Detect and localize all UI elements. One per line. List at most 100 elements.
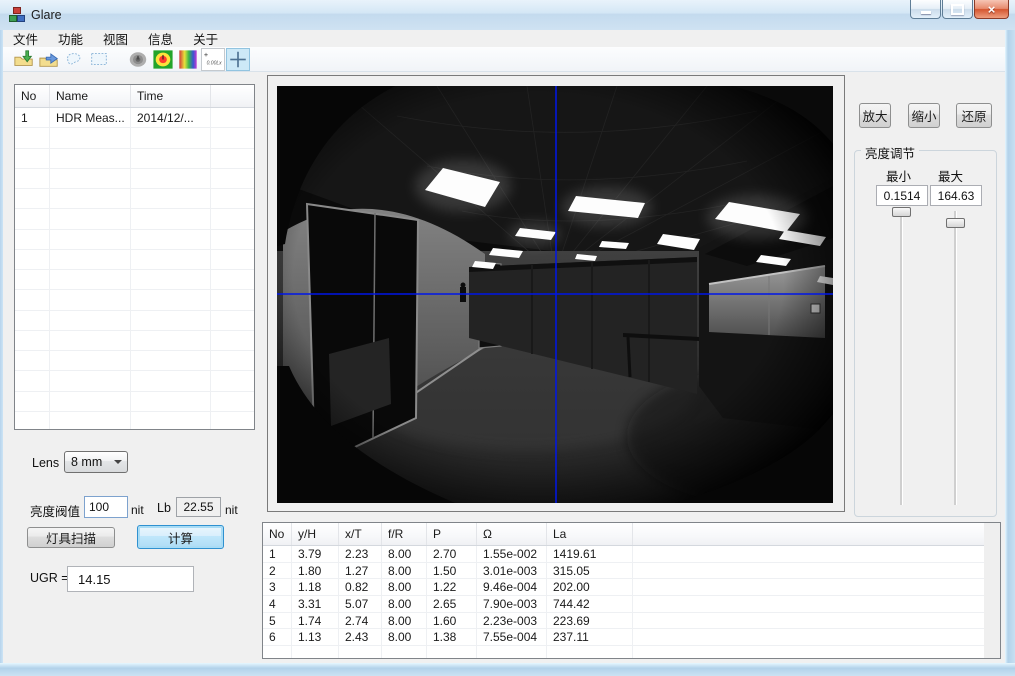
col-name[interactable]: Name xyxy=(50,85,131,107)
table-cell xyxy=(15,189,50,208)
results-scrollbar-track[interactable] xyxy=(984,523,1000,658)
table-row[interactable]: 51.742.748.001.602.23e-003223.69 xyxy=(263,613,1000,630)
crosshair-tool-icon[interactable] xyxy=(226,48,250,71)
menu-file[interactable]: 文件 xyxy=(3,28,48,49)
table-row[interactable] xyxy=(15,230,254,250)
table-row[interactable] xyxy=(15,250,254,270)
minimize-button[interactable] xyxy=(910,0,941,19)
table-cell xyxy=(50,311,131,330)
show-values-icon[interactable]: + 0.00Lx xyxy=(201,48,225,71)
lb-field: 22.55 xyxy=(176,497,221,517)
table-cell xyxy=(547,646,633,659)
table-cell xyxy=(15,392,50,411)
table-cell xyxy=(339,646,382,659)
table-cell-filler xyxy=(633,546,1000,562)
table-row[interactable] xyxy=(15,209,254,229)
measurement-list-header: No Name Time xyxy=(15,85,254,108)
table-row[interactable]: 31.180.828.001.229.46e-004202.00 xyxy=(263,579,1000,596)
table-cell xyxy=(50,392,131,411)
lasso-select-icon[interactable] xyxy=(62,48,86,71)
lens-combo[interactable]: 8 mm xyxy=(64,451,128,473)
table-row[interactable]: 61.132.438.001.387.55e-004237.11 xyxy=(263,629,1000,646)
col-omega[interactable]: Ω xyxy=(477,523,547,545)
table-row[interactable]: 13.792.238.002.701.55e-0021419.61 xyxy=(263,546,1000,563)
table-cell xyxy=(131,311,211,330)
rect-select-icon[interactable] xyxy=(87,48,111,71)
table-row[interactable]: 21.801.278.001.503.01e-003315.05 xyxy=(263,563,1000,580)
menu-info[interactable]: 信息 xyxy=(138,28,183,49)
table-row[interactable] xyxy=(15,331,254,351)
table-cell xyxy=(50,331,131,350)
calculate-button[interactable]: 计算 xyxy=(137,525,224,549)
table-row[interactable] xyxy=(15,169,254,189)
table-row[interactable] xyxy=(15,189,254,209)
table-cell xyxy=(131,169,211,188)
col-filler xyxy=(633,523,1000,545)
zoom-reset-button[interactable]: 还原 xyxy=(956,103,992,128)
threshold-input[interactable]: 100 xyxy=(84,496,128,518)
brightness-min-field[interactable]: 0.1514 xyxy=(876,185,928,206)
maximize-button[interactable] xyxy=(942,0,973,19)
max-slider-thumb[interactable] xyxy=(946,218,965,228)
table-row[interactable]: 1HDR Meas...2014/12/... xyxy=(15,108,254,128)
table-cell: 2014/12/... xyxy=(131,108,211,127)
import-icon[interactable] xyxy=(12,48,36,71)
title-bar[interactable]: Glare × xyxy=(0,0,1015,31)
export-icon[interactable] xyxy=(37,48,61,71)
table-cell: 7.55e-004 xyxy=(477,629,547,645)
table-row[interactable]: 43.315.078.002.657.90e-003744.42 xyxy=(263,596,1000,613)
col-yh[interactable]: y/H xyxy=(292,523,339,545)
max-slider-track[interactable] xyxy=(954,211,956,505)
table-row[interactable] xyxy=(15,290,254,310)
table-row[interactable] xyxy=(15,371,254,391)
table-cell xyxy=(50,128,131,147)
col-fr[interactable]: f/R xyxy=(382,523,427,545)
table-row[interactable] xyxy=(15,270,254,290)
lb-label: Lb xyxy=(157,501,171,515)
col-time[interactable]: Time xyxy=(131,85,211,107)
table-cell-filler xyxy=(211,412,254,430)
table-cell xyxy=(131,149,211,168)
table-cell: 8.00 xyxy=(382,563,427,579)
table-row[interactable] xyxy=(15,128,254,148)
close-button[interactable]: × xyxy=(974,0,1009,19)
table-row[interactable] xyxy=(15,351,254,371)
menu-function[interactable]: 功能 xyxy=(48,28,93,49)
app-window: Glare × 文件 功能 视图 信息 关于 xyxy=(0,0,1015,676)
hdr-photo[interactable] xyxy=(277,86,833,503)
table-row[interactable] xyxy=(15,412,254,430)
table-row[interactable] xyxy=(15,149,254,169)
table-row[interactable] xyxy=(15,311,254,331)
zoom-in-button[interactable]: 放大 xyxy=(859,103,891,128)
window-border-bottom xyxy=(0,663,1015,676)
table-row[interactable] xyxy=(15,392,254,412)
table-cell xyxy=(50,290,131,309)
lb-value: 22.55 xyxy=(183,500,213,514)
brightness-max-value: 164.63 xyxy=(938,189,975,203)
table-cell xyxy=(131,290,211,309)
min-slider-track[interactable] xyxy=(900,211,902,505)
table-cell: 8.00 xyxy=(382,579,427,595)
col-no[interactable]: No xyxy=(15,85,50,107)
col-la[interactable]: La xyxy=(547,523,633,545)
grayscale-map-icon[interactable] xyxy=(126,48,150,71)
col-p[interactable]: P xyxy=(427,523,477,545)
col-xt[interactable]: x/T xyxy=(339,523,382,545)
table-cell: 1.60 xyxy=(427,613,477,629)
col-no[interactable]: No xyxy=(263,523,292,545)
table-cell: 2.43 xyxy=(339,629,382,645)
lamp-scan-button[interactable]: 灯具扫描 xyxy=(27,527,115,548)
min-slider-thumb[interactable] xyxy=(892,207,911,217)
brightness-max-field[interactable]: 164.63 xyxy=(930,185,982,206)
table-cell xyxy=(131,189,211,208)
table-cell: 0.82 xyxy=(339,579,382,595)
image-viewer-panel xyxy=(267,75,845,512)
menu-view[interactable]: 视图 xyxy=(93,28,138,49)
menu-about[interactable]: 关于 xyxy=(183,28,228,49)
zoom-out-button[interactable]: 缩小 xyxy=(908,103,940,128)
palette-icon[interactable] xyxy=(176,48,200,71)
falsecolor-map-icon[interactable] xyxy=(151,48,175,71)
table-cell: 8.00 xyxy=(382,613,427,629)
table-cell-filler xyxy=(211,250,254,269)
table-row[interactable] xyxy=(263,646,1000,659)
